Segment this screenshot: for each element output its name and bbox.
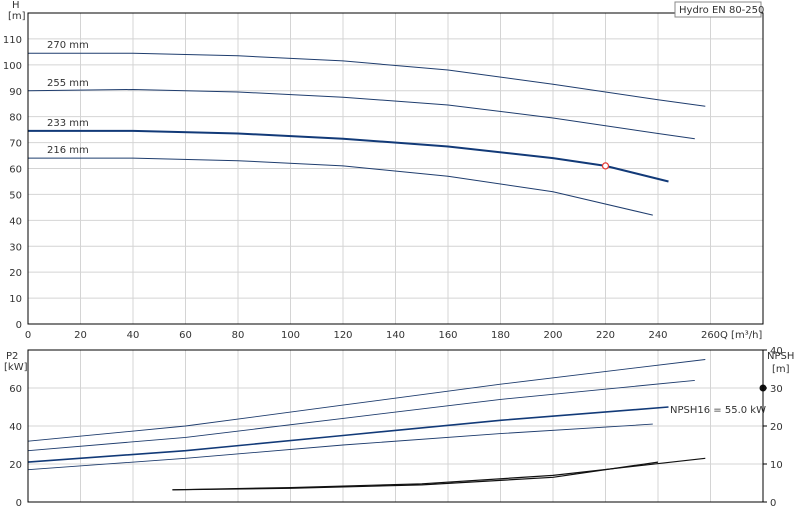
impeller-label: 216 mm: [47, 145, 89, 156]
power-npsh-plot: 0204060010203040: [9, 346, 782, 509]
npsh-axis-label-line1: NPSH: [767, 351, 794, 362]
power-grid: [28, 349, 767, 503]
pump-performance-chart: 0 20 40 60 80 100 120 140 160 180 200 220 240 2600102…: [3, 0, 794, 509]
q-tick-label: 100: [281, 330, 300, 341]
impeller-label: 233 mm: [47, 118, 89, 129]
h-tick-label: 20: [9, 268, 22, 279]
npsh-tick-label: 10: [770, 460, 783, 471]
h-tick-label: 40: [9, 216, 22, 227]
npsh-tick-label: 20: [770, 422, 783, 433]
q-tick-label: 40: [127, 330, 140, 341]
head-axis-label-line2: [m]: [8, 11, 26, 22]
q-tick-label: 240: [648, 330, 667, 341]
power-curve: [27, 423, 653, 471]
head-grid: [28, 13, 763, 324]
q-tick-label: 60: [179, 330, 192, 341]
npsh-tick-label: 0: [770, 498, 776, 509]
p2-tick-label: 40: [9, 422, 22, 433]
head-curve-270-mm: [28, 52, 706, 107]
q-tick-label: 160: [438, 330, 457, 341]
power-curve: [27, 406, 669, 463]
q-tick-label: 120: [333, 330, 352, 341]
head-curve-233-mm: [28, 129, 669, 183]
q-tick-label: 260: [701, 330, 720, 341]
h-tick-label: 90: [9, 87, 22, 98]
p2-tick-label: 60: [9, 384, 22, 395]
npsh-curve: [172, 461, 659, 491]
h-tick-label: 10: [9, 294, 22, 305]
h-tick-label: 100: [3, 61, 22, 72]
head-curve-216-mm: [28, 157, 653, 216]
p2-tick-label: 20: [9, 460, 22, 471]
power-axis-label-line2: [kW]: [4, 362, 28, 373]
h-tick-label: 60: [9, 165, 22, 176]
head-labels: 0 20 40 60 80 100 120 140 160 180 200 220 240 260 0 10 2…: [3, 35, 720, 341]
npsh-tick-label: 30: [770, 384, 783, 395]
h-tick-label: 50: [9, 190, 22, 201]
h-tick-label: 110: [3, 35, 22, 46]
power-axis-label-line1: P2: [6, 351, 18, 362]
impeller-label: 270 mm: [47, 40, 89, 51]
q-tick-label: 140: [386, 330, 405, 341]
q-tick-label: 200: [543, 330, 562, 341]
duty-point-marker: [601, 162, 610, 170]
npsh-axis-label-line2: [m]: [772, 364, 790, 375]
head-curves: [27, 52, 706, 216]
impeller-label: 255 mm: [47, 78, 89, 89]
h-tick-label: 0: [16, 320, 22, 331]
q-tick-label: 20: [74, 330, 87, 341]
npsh-curve: [172, 457, 706, 491]
chart-title: Hydro EN 80-250: [679, 5, 764, 16]
h-tick-label: 30: [9, 242, 22, 253]
q-tick-label: 0: [25, 330, 31, 341]
h-tick-label: 70: [9, 139, 22, 150]
p2-tick-label: 0: [16, 498, 22, 509]
q-tick-label: 80: [232, 330, 245, 341]
head-curve-plot: 0 20 40 60 80 100 120 140 160 180 200 220 240 260 0 10 2…: [3, 12, 764, 341]
q-axis-label: Q [m³/h]: [720, 330, 762, 341]
h-tick-label: 80: [9, 113, 22, 124]
head-axis-label-line1: H: [12, 0, 20, 11]
q-tick-label: 220: [596, 330, 615, 341]
power-curve: [27, 359, 706, 442]
power-npsh-curves: [27, 359, 767, 491]
q-tick-label: 180: [491, 330, 510, 341]
npsh-annotation: NPSH16 = 55.0 kW: [670, 405, 766, 416]
power-curve: [27, 379, 695, 452]
